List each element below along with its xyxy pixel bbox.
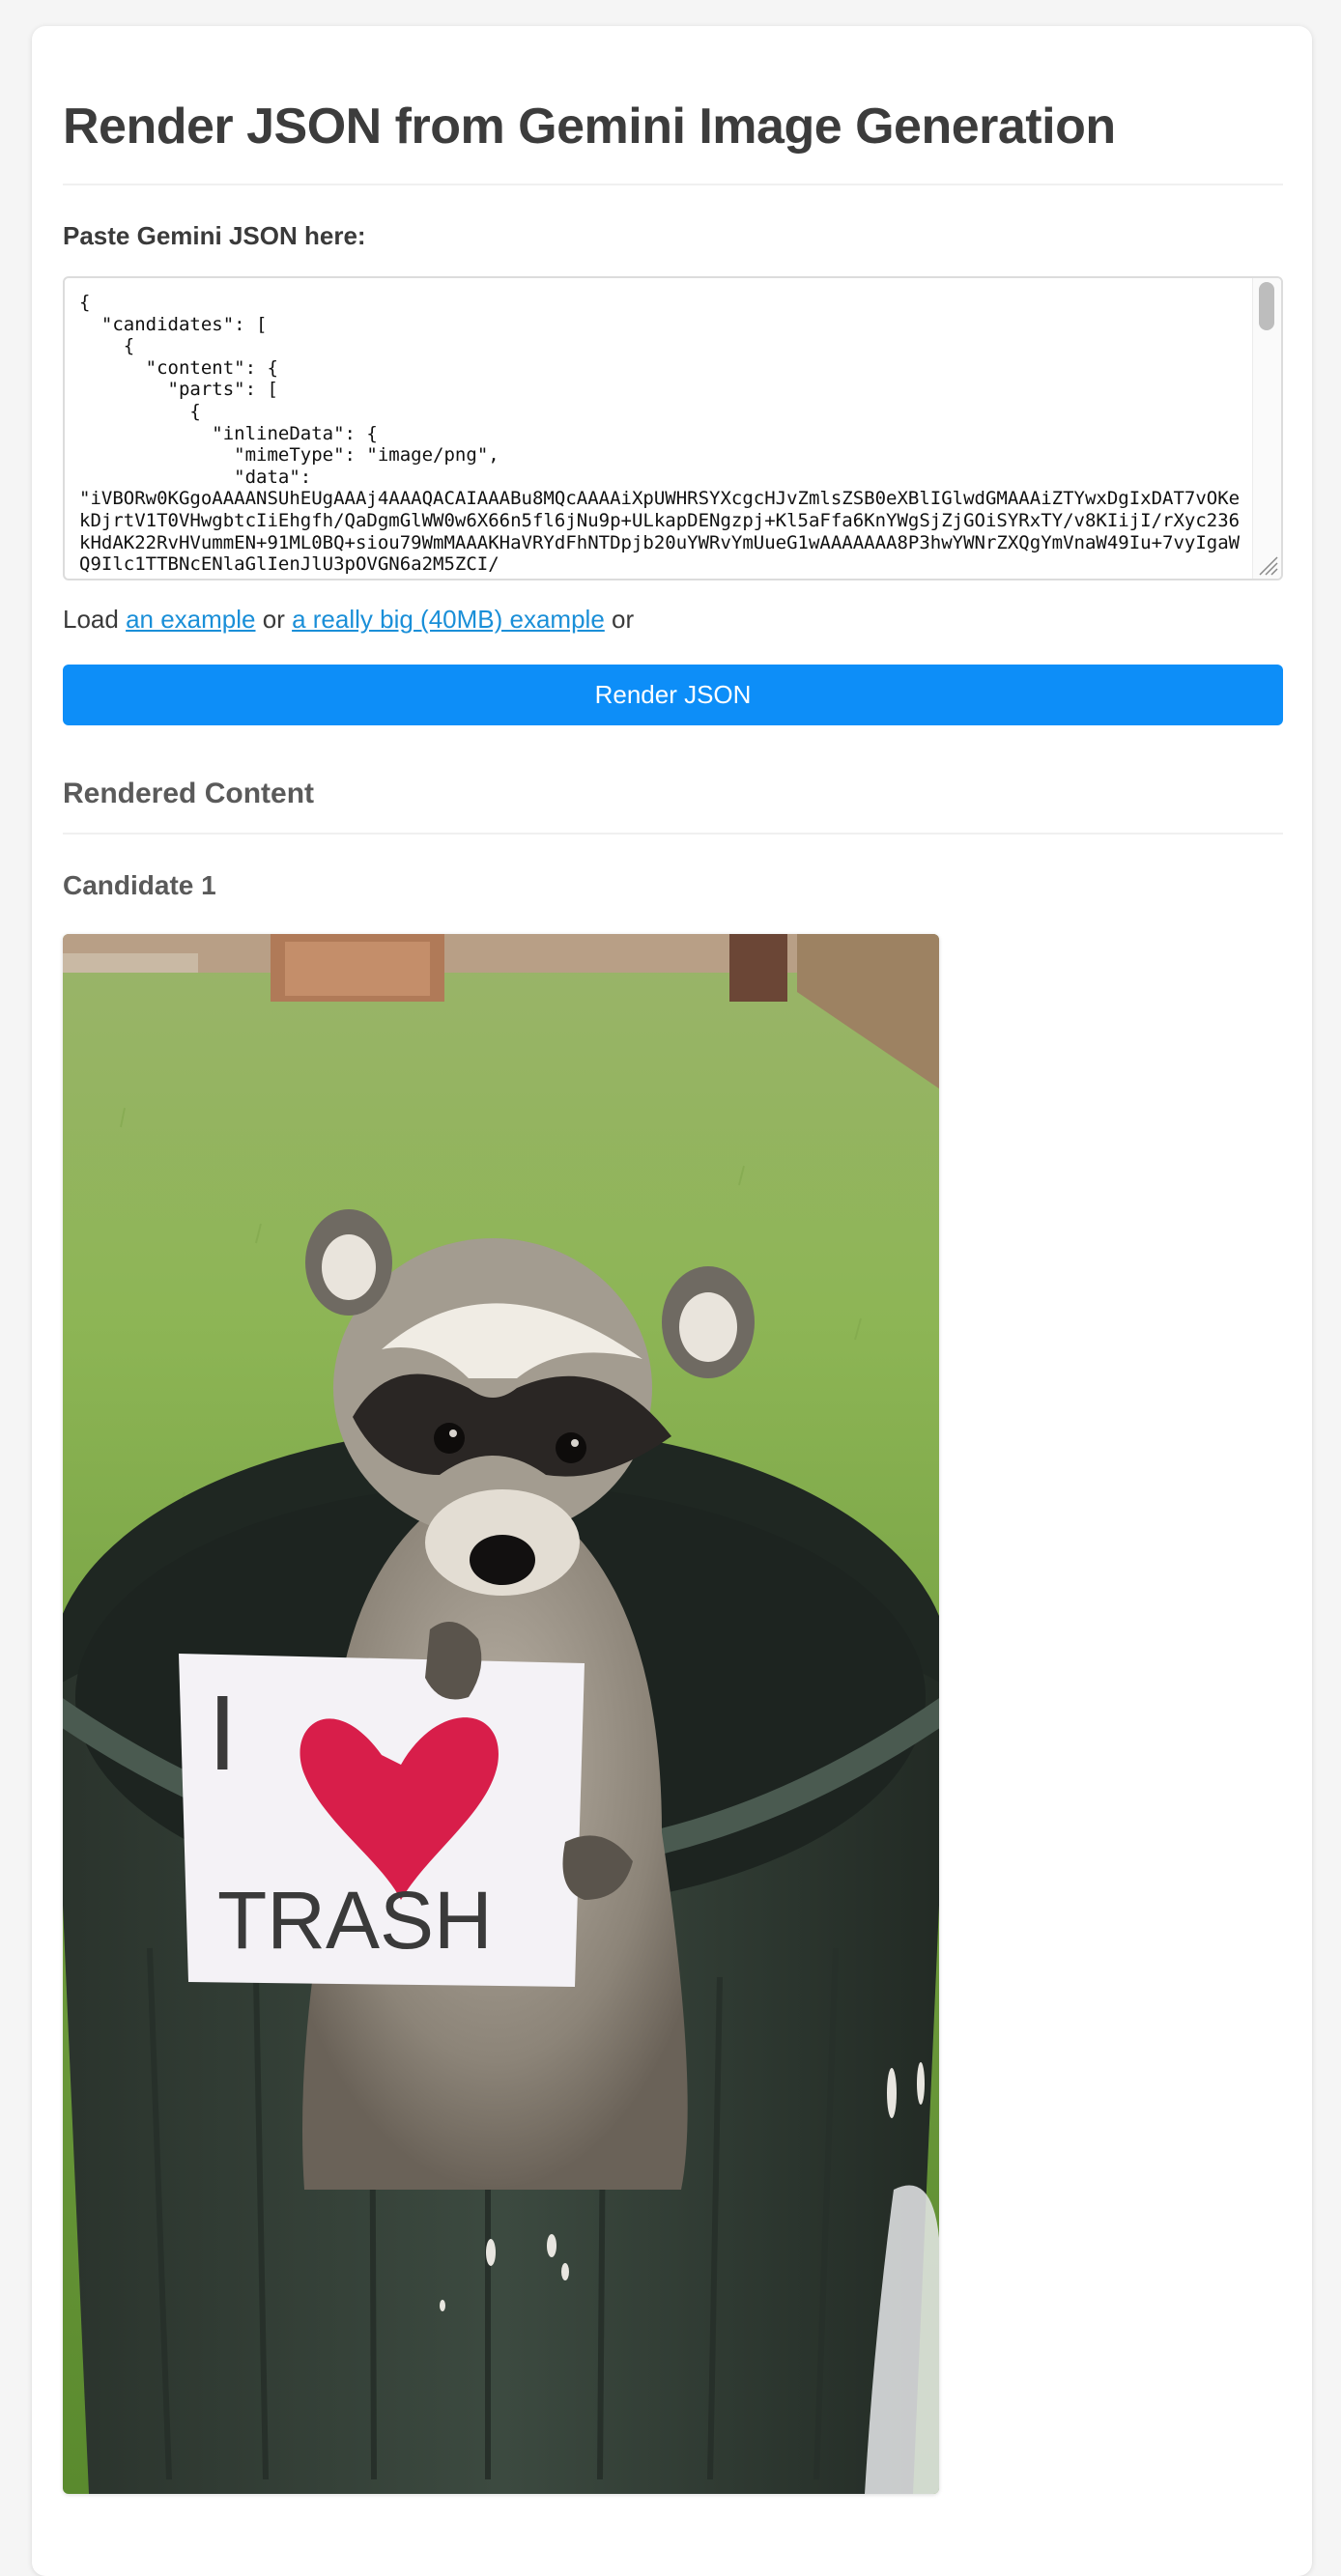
load-middle: or: [262, 605, 285, 634]
json-input-value[interactable]: { "candidates": [ { "content": { "parts"…: [79, 292, 1241, 576]
sign-letter: I: [208, 1674, 238, 1793]
sign-text: TRASH: [217, 1875, 493, 1966]
load-big-example-link[interactable]: a really big (40MB) example: [292, 605, 605, 634]
load-prefix: Load: [63, 605, 119, 634]
page-title: Render JSON from Gemini Image Generation: [63, 99, 1116, 155]
title-divider: [63, 184, 1283, 185]
load-example-link[interactable]: an example: [126, 605, 255, 634]
render-json-button[interactable]: Render JSON: [63, 665, 1283, 725]
section-divider: [63, 833, 1283, 835]
candidate-image: I TRASH: [63, 934, 939, 2494]
json-input-label: Paste Gemini JSON here:: [63, 221, 366, 250]
candidate-heading: Candidate 1: [63, 870, 216, 900]
rendered-content-heading: Rendered Content: [63, 778, 315, 809]
raccoon-image-illustration: I TRASH: [63, 934, 939, 2494]
resize-handle-icon[interactable]: [1256, 553, 1279, 577]
textarea-scrollbar[interactable]: [1252, 278, 1281, 579]
textarea-scrollbar-thumb[interactable]: [1259, 282, 1274, 330]
json-input-textarea[interactable]: { "candidates": [ { "content": { "parts"…: [63, 276, 1283, 580]
load-example-line: Load an example or a really big (40MB) e…: [63, 605, 634, 635]
load-suffix: or: [612, 605, 635, 634]
